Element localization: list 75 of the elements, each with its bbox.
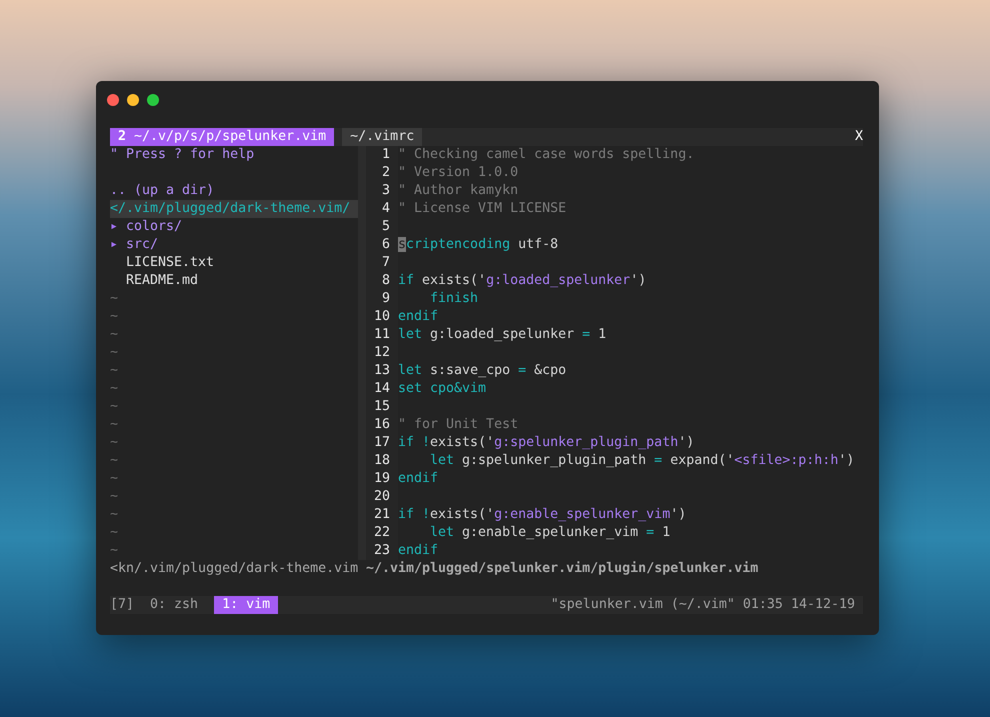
code-line: endif bbox=[398, 308, 438, 326]
tree-item[interactable]: ▸ src/ bbox=[110, 236, 358, 254]
tree-item[interactable]: LICENSE.txt bbox=[110, 254, 358, 272]
line-number: 8 bbox=[382, 272, 390, 290]
empty-line-marker: ~ bbox=[110, 344, 118, 362]
minimize-window-button[interactable] bbox=[127, 94, 139, 106]
tree-item[interactable]: </.vim/plugged/dark-theme.vim/ bbox=[110, 200, 358, 218]
line-number: 13 bbox=[374, 362, 390, 380]
line-number: 23 bbox=[374, 542, 390, 560]
line-number: 19 bbox=[374, 470, 390, 488]
buffer-tab[interactable]: ~/.vimrc bbox=[342, 128, 422, 146]
empty-line-marker: ~ bbox=[110, 416, 118, 434]
empty-line-marker: ~ bbox=[110, 506, 118, 524]
line-number: 11 bbox=[374, 326, 390, 344]
tree-item[interactable]: ▸ colors/ bbox=[110, 218, 358, 236]
code-line: let s:save_cpo = &cpo bbox=[398, 362, 566, 380]
code-line: if !exists('g:spelunker_plugin_path') bbox=[398, 434, 694, 452]
line-number: 5 bbox=[382, 218, 390, 236]
code-line: " for Unit Test bbox=[398, 416, 518, 434]
empty-line-marker: ~ bbox=[110, 398, 118, 416]
code-line: let g:spelunker_plugin_path = expand('<sfile>:p:h:h') bbox=[429, 452, 854, 470]
line-number: 7 bbox=[382, 254, 390, 272]
tree-item[interactable]: README.md bbox=[110, 272, 358, 290]
zoom-window-button[interactable] bbox=[147, 94, 159, 106]
tmux-window-tab[interactable]: 1: vim bbox=[214, 596, 278, 614]
code-line: finish bbox=[429, 290, 478, 308]
code-line: set cpo&vim bbox=[398, 380, 486, 398]
code-line: if !exists('g:enable_spelunker_vim') bbox=[398, 506, 686, 524]
line-number: 1 bbox=[382, 146, 390, 164]
help-hint: " Press ? for help bbox=[110, 146, 256, 164]
empty-line-marker: ~ bbox=[110, 434, 118, 452]
code-line: let g:enable_spelunker_vim = 1 bbox=[429, 524, 670, 542]
empty-line-marker: ~ bbox=[110, 380, 118, 398]
close-window-button[interactable] bbox=[107, 94, 119, 106]
line-number: 22 bbox=[374, 524, 390, 542]
code-line: endif bbox=[398, 542, 438, 560]
code-line: " Author kamykn bbox=[398, 182, 518, 200]
tree-item[interactable]: .. (up a dir) bbox=[110, 182, 358, 200]
code-line: let g:loaded_spelunker = 1 bbox=[398, 326, 606, 344]
code-line: " Version 1.0.0 bbox=[398, 164, 518, 182]
line-number: 3 bbox=[382, 182, 390, 200]
code-line: scriptencoding utf-8 bbox=[398, 236, 558, 254]
line-number: 17 bbox=[374, 434, 390, 452]
empty-line-marker: ~ bbox=[110, 290, 118, 308]
session-label: [7] bbox=[110, 596, 134, 614]
empty-line-marker: ~ bbox=[110, 452, 118, 470]
empty-line-marker: ~ bbox=[110, 542, 118, 560]
line-number: 2 bbox=[382, 164, 390, 182]
line-number: 9 bbox=[382, 290, 390, 308]
empty-line-marker: ~ bbox=[110, 470, 118, 488]
code-line: if exists('g:loaded_spelunker') bbox=[398, 272, 646, 290]
code-line: endif bbox=[398, 470, 438, 488]
tree-status-path: <kn/.vim/plugged/dark-theme.vim bbox=[110, 560, 360, 578]
line-number: 12 bbox=[374, 344, 390, 362]
line-number: 10 bbox=[374, 308, 390, 326]
tmux-window-tab[interactable]: 0: zsh bbox=[150, 596, 206, 614]
line-number: 16 bbox=[374, 416, 390, 434]
close-tab-button[interactable]: X bbox=[854, 128, 863, 146]
line-number: 14 bbox=[374, 380, 390, 398]
code-line: " Checking camel case words spelling. bbox=[398, 146, 694, 164]
code-line: " License VIM LICENSE bbox=[398, 200, 566, 218]
empty-line-marker: ~ bbox=[110, 488, 118, 506]
tmux-status: "spelunker.vim (~/.vim" 01:35 14-12-19 bbox=[550, 596, 856, 614]
line-number: 18 bbox=[374, 452, 390, 470]
empty-line-marker: ~ bbox=[110, 524, 118, 542]
file-status-path: ~/.vim/plugged/spelunker.vim/plugin/spelunker.vim bbox=[366, 560, 758, 578]
line-number: 6 bbox=[382, 236, 390, 254]
line-number: 20 bbox=[374, 488, 390, 506]
buffer-tab[interactable]: 2 ~/.v/p/s/p/spelunker.vim bbox=[110, 128, 334, 146]
empty-line-marker: ~ bbox=[110, 362, 118, 380]
line-number: 4 bbox=[382, 200, 390, 218]
empty-line-marker: ~ bbox=[110, 308, 118, 326]
line-number: 15 bbox=[374, 398, 390, 416]
empty-line-marker: ~ bbox=[110, 326, 118, 344]
line-number: 21 bbox=[374, 506, 390, 524]
